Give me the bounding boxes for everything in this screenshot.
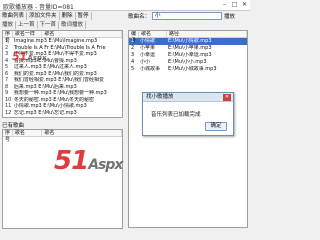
lower-list-label: 已有歌曲	[2, 123, 25, 129]
result-path: E:\Mu\小幸运.mp3	[168, 52, 212, 58]
results-rows: 1 小情歌 E:\Mu\小情歌.mp3 2 小苹果 E:\Mu\小苹果.mp3 3 小幸运 E:…	[129, 38, 247, 73]
result-number: 1	[131, 38, 135, 44]
result-song: 小小	[140, 59, 151, 65]
col-name[interactable]: 歌名	[13, 130, 43, 136]
lyrics-button[interactable]: 歌词播放	[59, 21, 87, 29]
add-folder-button[interactable]: 添加文件夹	[27, 11, 60, 20]
result-song: 小城故事	[140, 66, 161, 72]
col-path[interactable]: 路径	[167, 31, 247, 37]
col-index[interactable]: 序号	[3, 130, 13, 143]
result-number: 4	[131, 59, 135, 65]
song-list-rows: 1 Imagine.mp3 E:\Mu\Imagine.mp3 2 Trouble I…	[3, 38, 122, 116]
dialog-close-button[interactable]: ✕	[223, 94, 231, 101]
search-label: 歌曲名：	[128, 14, 151, 20]
song-list[interactable]: 序号 歌名一样 歌名 1 Imagine.mp3 E:\Mu\Imagine.mp…	[2, 30, 123, 118]
dialog-ok-button[interactable]: 确定	[205, 122, 227, 131]
song-list-button[interactable]: 歌曲列表	[0, 11, 28, 20]
result-row[interactable]: 2 小苹果 E:\Mu\小苹果.mp3	[129, 45, 247, 52]
row-index: 12	[5, 109, 12, 116]
play-button[interactable]: 播放	[0, 21, 17, 29]
search-bar: 歌曲名： 小 播放	[128, 11, 250, 21]
next-button[interactable]: 下一首	[38, 21, 60, 29]
dialog-title: 找小歌播放	[143, 93, 233, 102]
song-row[interactable]: 12 忘记.mp3 E:\Mu\忘记.mp3	[3, 110, 122, 117]
result-path: E:\Mu\小苹果.mp3	[168, 45, 212, 51]
window-controls: – □ ✕	[220, 1, 249, 9]
result-path: E:\Mu\小城故事.mp3	[168, 66, 217, 72]
close-button[interactable]: ✕	[240, 1, 249, 9]
delete-button[interactable]: 删除	[60, 11, 76, 20]
existing-songs-list[interactable]: 序号 歌名 歌名	[2, 129, 123, 229]
col-name2[interactable]: 歌名	[42, 130, 122, 136]
row-title: 忘记.mp3 E:\Mu\忘记.mp3	[13, 109, 77, 116]
maximize-button[interactable]: □	[230, 1, 239, 9]
result-row[interactable]: 1 小情歌 E:\Mu\小情歌.mp3	[129, 38, 247, 45]
existing-list-header: 序号 歌名 歌名	[3, 130, 122, 143]
message-dialog: 找小歌播放 ✕ 音乐列表已加载完成 确定	[142, 92, 234, 136]
main-toolbar: 歌曲列表 添加文件夹 删除 暂停	[0, 11, 124, 20]
dialog-message: 音乐列表已加载完成	[151, 112, 201, 118]
prev-button[interactable]: 上一首	[16, 21, 38, 29]
col-title-same[interactable]: 歌名一样	[13, 31, 43, 37]
play-menu[interactable]: 播放	[224, 12, 235, 20]
result-song: 小苹果	[140, 45, 156, 51]
pause-button[interactable]: 暂停	[76, 11, 92, 20]
result-number: 3	[131, 52, 135, 58]
result-path: E:\Mu\小情歌.mp3	[168, 38, 212, 44]
title-bar: 欧歌播放器 - 音量ID=081 – □ ✕	[0, 0, 250, 11]
col-song[interactable]: 歌名	[139, 31, 167, 37]
result-row[interactable]: 5 小城故事 E:\Mu\小城故事.mp3	[129, 66, 247, 73]
col-index[interactable]: 序号	[3, 31, 13, 44]
col-title[interactable]: 歌名	[42, 31, 122, 37]
col-number[interactable]: 编号	[129, 31, 139, 44]
minimize-button[interactable]: –	[220, 1, 229, 9]
result-number: 5	[131, 66, 135, 72]
result-path: E:\Mu\小小.mp3	[168, 59, 207, 65]
search-input[interactable]: 小	[152, 12, 223, 20]
result-number: 2	[131, 45, 135, 51]
results-header: 编号 歌名 路径	[129, 31, 247, 44]
result-song: 小情歌	[140, 38, 156, 44]
result-song: 小幸运	[140, 52, 156, 58]
song-list-header: 序号 歌名一样 歌名	[3, 31, 122, 44]
window-title: 欧歌播放器 - 音量ID=081	[3, 4, 74, 11]
result-row[interactable]: 4 小小 E:\Mu\小小.mp3	[129, 59, 247, 66]
result-row[interactable]: 3 小幸运 E:\Mu\小幸运.mp3	[129, 52, 247, 59]
playback-toolbar: 播放 上一首 下一首 歌词播放	[0, 21, 124, 29]
